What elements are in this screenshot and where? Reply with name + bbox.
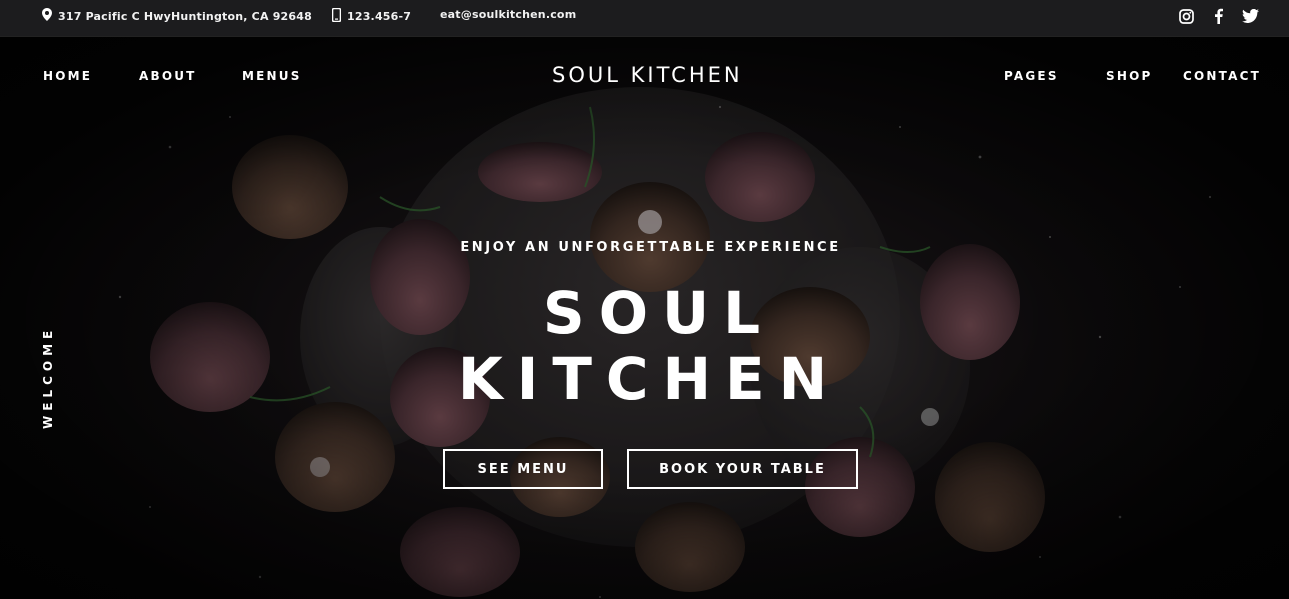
- facebook-icon[interactable]: [1209, 7, 1227, 25]
- phone-text[interactable]: 123.456-7: [347, 10, 411, 23]
- brand-logo[interactable]: SOUL KITCHEN: [552, 63, 743, 87]
- hero-title-line1: SOUL: [542, 279, 775, 347]
- social-links: [1177, 7, 1259, 25]
- hero-kicker: ENJOY AN UNFORGETTABLE EXPERIENCE: [460, 240, 841, 255]
- nav-contact[interactable]: CONTACT: [1183, 69, 1261, 83]
- nav-menus[interactable]: MENUS: [242, 69, 302, 83]
- email-text[interactable]: eat@soulkitchen.com: [440, 8, 576, 21]
- hero-section: HOME ABOUT MENUS SOUL KITCHEN PAGES SHOP…: [0, 37, 1289, 599]
- nav-about[interactable]: ABOUT: [139, 69, 197, 83]
- nav-pages[interactable]: PAGES: [1004, 69, 1059, 83]
- hero-title-line2: KITCHEN: [457, 345, 842, 413]
- nav-home[interactable]: HOME: [43, 69, 92, 83]
- see-menu-button[interactable]: SEE MENU: [443, 449, 603, 489]
- nav-shop[interactable]: SHOP: [1106, 69, 1152, 83]
- instagram-icon[interactable]: [1177, 7, 1195, 25]
- twitter-icon[interactable]: [1241, 7, 1259, 25]
- address-info: 317 Pacific C HwyHuntington, CA 92648: [42, 8, 312, 24]
- phone-icon: [331, 7, 342, 25]
- top-info-bar: 317 Pacific C HwyHuntington, CA 92648 12…: [0, 0, 1289, 37]
- map-pin-icon: [42, 8, 52, 24]
- email-info[interactable]: eat@soulkitchen.com: [440, 8, 576, 21]
- address-text: 317 Pacific C HwyHuntington, CA 92648: [58, 9, 312, 23]
- book-table-button[interactable]: BOOK YOUR TABLE: [627, 449, 858, 489]
- phone-info[interactable]: 123.456-7: [331, 7, 411, 25]
